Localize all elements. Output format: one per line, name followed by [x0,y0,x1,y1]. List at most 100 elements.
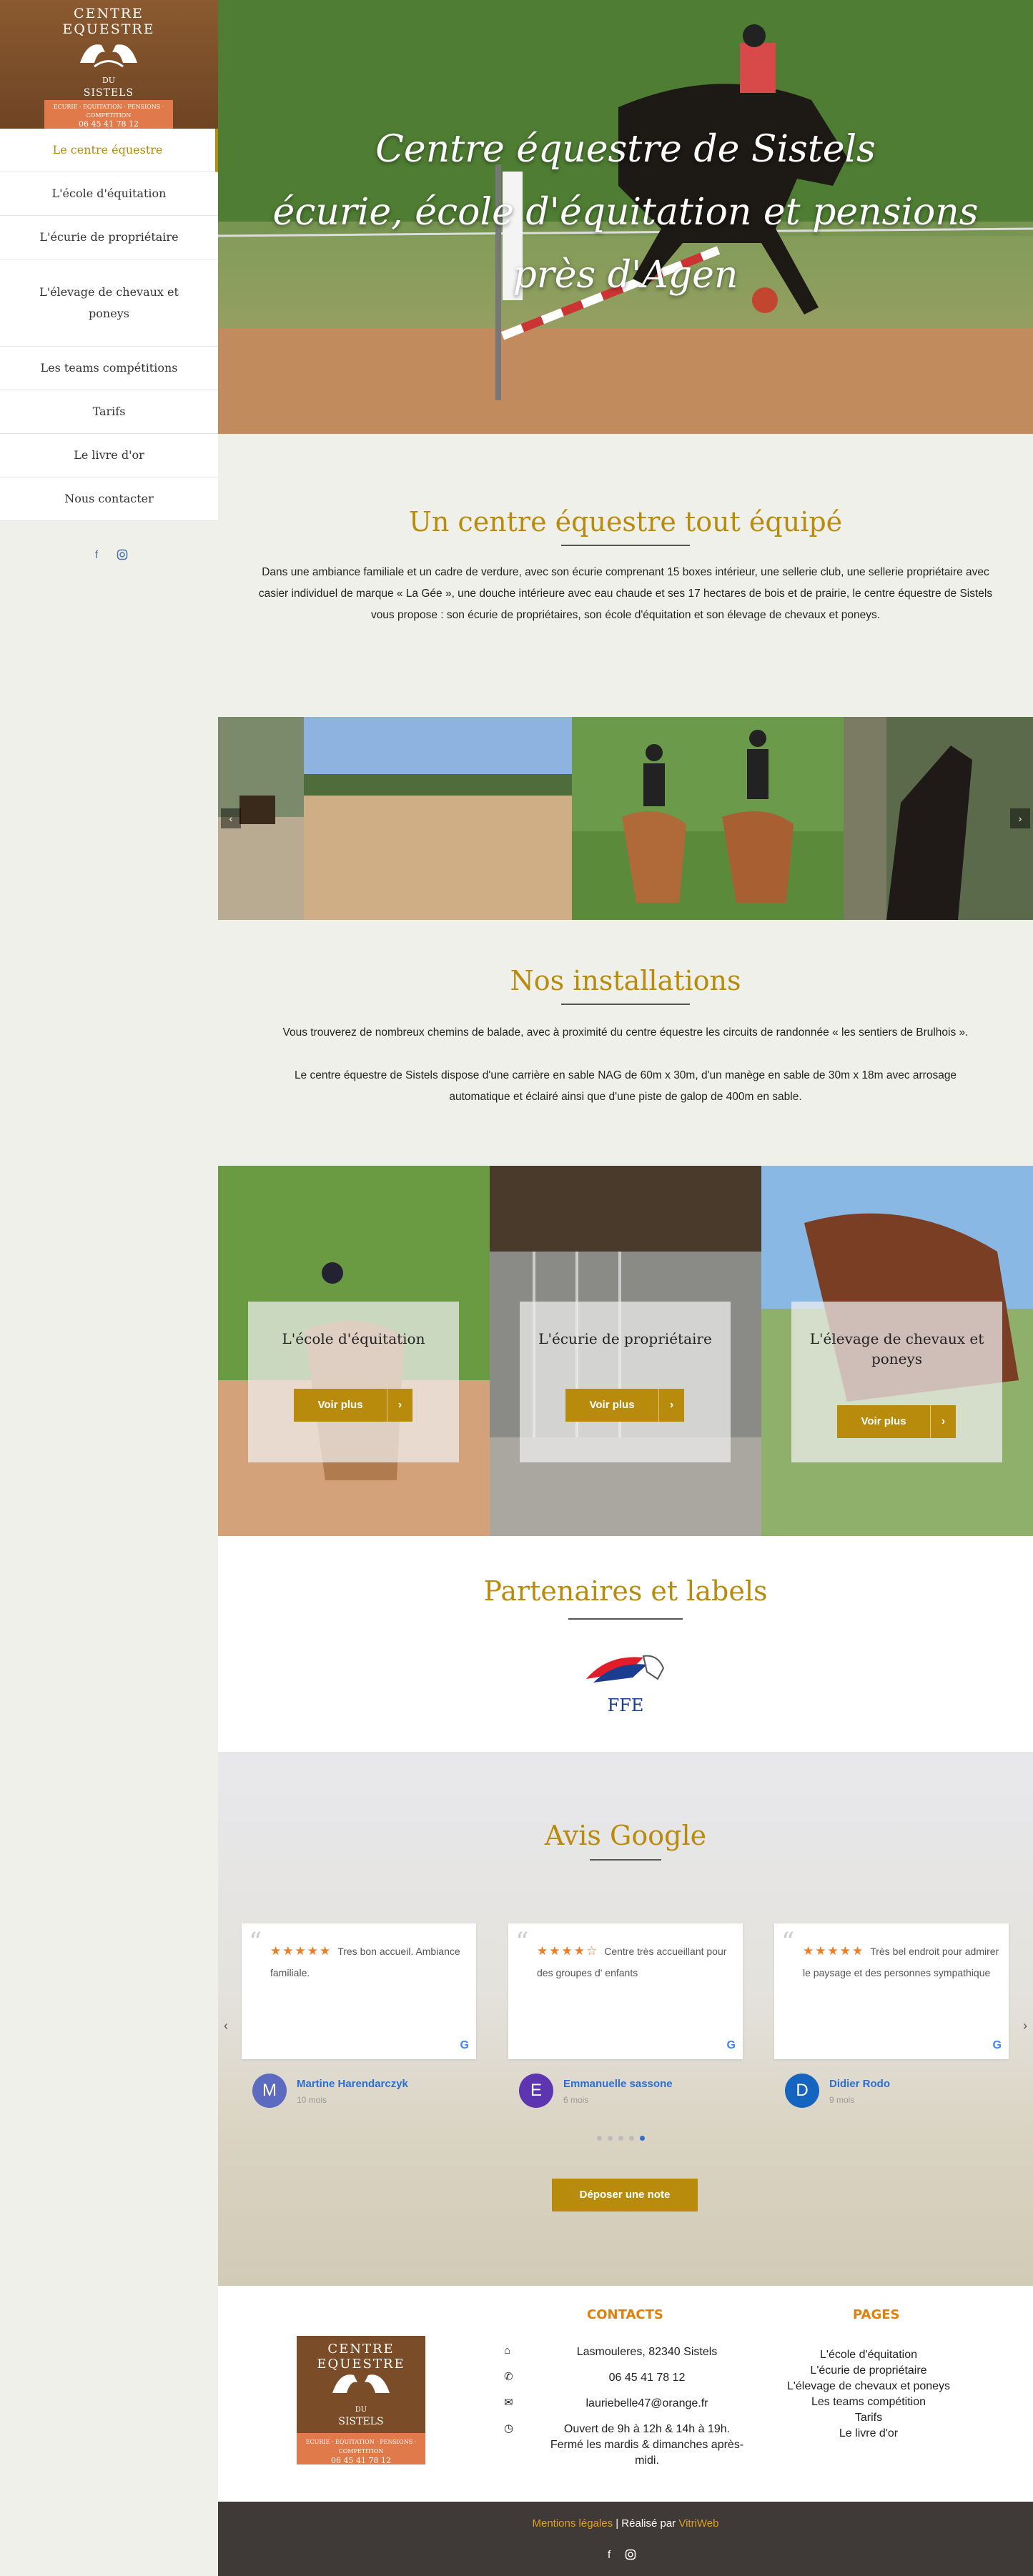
avatar: D [785,2074,819,2108]
card-ecole-overlay: L'école d'équitation Voir plus › [248,1302,459,1462]
review-card-1: “ ★★★★★ Tres bon accueil. Ambiance famili… [242,1923,476,2059]
nav-item-ecole[interactable]: L'école d'équitation [0,172,218,216]
nav-item-livre-or[interactable]: Le livre d'or [0,434,218,477]
footer-phone[interactable]: 06 45 41 78 12 [547,2370,747,2386]
instagram-icon[interactable] [625,2549,636,2560]
carousel-dot[interactable] [597,2136,602,2141]
card-ecurie: L'écurie de propriétaire Voir plus › [490,1166,761,1536]
agency-link[interactable]: VitriWeb [678,2517,718,2530]
logo-band: ECURIE · EQUITATION · PENSIONS · COMPETI… [44,100,173,129]
card-ecurie-title: L'écurie de propriétaire [538,1330,712,1347]
carousel-dot[interactable] [618,2136,623,2141]
envelope-icon: ✉ [504,2397,513,2409]
ffe-logo-text: FFE [607,1695,644,1715]
footer-logo-name: SISTELS [338,2416,384,2427]
footer-page-link[interactable]: L'écurie de propriétaire [761,2363,976,2379]
carousel-dot[interactable] [629,2136,634,2141]
review-date-1: 10 mois [297,2095,327,2105]
footer-page-link[interactable]: L'élevage de chevaux et poneys [761,2379,976,2394]
partners-title: Partenaires et labels [483,1575,768,1607]
review-author-2[interactable]: Emmanuelle sassone [563,2078,673,2090]
review-stars-3: ★★★★★ [803,1944,865,1958]
facebook-icon[interactable]: f [90,549,103,562]
card-elevage: L'élevage de chevaux et poneys Voir plus… [761,1166,1033,1536]
footer-logo-phone: 06 45 41 78 12 [331,2456,391,2465]
footer-email[interactable]: lauriebelle47@orange.fr [547,2396,747,2412]
card-ecurie-button-label: Voir plus [589,1399,635,1411]
footer-logo-band-text: ECURIE · EQUITATION · PENSIONS · COMPETI… [305,2439,417,2454]
reviews-prev-arrow[interactable]: ‹ [224,2018,228,2033]
nav-item-teams[interactable]: Les teams compétitions [0,347,218,390]
nav-item-tarifs[interactable]: Tarifs [0,390,218,434]
carousel-dots [597,2136,645,2141]
logo-du: DU [102,76,116,85]
footer-page-link[interactable]: Le livre d'or [761,2426,976,2442]
review-text-1: ★★★★★ Tres bon accueil. Ambiance familial… [270,1941,468,1983]
footer-page-link[interactable]: Les teams compétition [761,2394,976,2410]
facebook-icon[interactable]: f [608,2549,611,2561]
footer-logo[interactable]: CENTRE EQUESTRE DU SISTELS ECURIE · EQUI… [297,2336,425,2465]
service-cards: L'école d'équitation Voir plus › L'écuri… [218,1166,1033,1536]
partners-section: Partenaires et labels FFE [218,1536,1033,1752]
section-installations-text-1: Vous trouverez de nombreux chemins de ba… [282,1026,969,1039]
google-icon: G [726,2039,736,2051]
logo-phone: 06 45 41 78 12 [79,119,139,129]
instagram-icon[interactable] [116,549,129,562]
card-elevage-button[interactable]: Voir plus › [837,1405,956,1438]
site-logo[interactable]: CENTRE EQUESTRE DU SISTELS ECURIE · EQUI… [0,0,218,129]
clock-icon: ◷ [504,2422,514,2434]
phone-icon: ✆ [504,2371,513,2383]
gallery-image-4 [844,717,1033,920]
hero-line-1: Centre équestre de Sistels [375,128,876,171]
gallery-prev-arrow[interactable]: ‹ [221,808,241,828]
review-card-2: “ ★★★★☆ Centre très accueillant pour des … [508,1923,743,2059]
leave-review-button[interactable]: Déposer une note [552,2179,698,2211]
bottom-social: f [608,2549,636,2561]
nav-item-elevage[interactable]: L'élevage de chevaux et poneys [0,259,218,347]
chevron-right-icon: › [387,1389,412,1422]
card-ecurie-button[interactable]: Voir plus › [565,1389,684,1422]
card-ecole-title: L'école d'équitation [282,1330,425,1347]
card-elevage-overlay: L'élevage de chevaux et poneys Voir plus… [791,1302,1002,1462]
footer-email-row: ✉ lauriebelle47@orange.fr [504,2396,747,2412]
review-card-3: “ ★★★★★ Très bel endroit pour admirer le … [774,1923,1009,2059]
nav-item-contact[interactable]: Nous contacter [0,477,218,521]
footer-address: Lasmouleres, 82340 Sistels [576,2346,718,2358]
quote-icon: “ [781,1928,795,1957]
hero-banner: Centre équestre de Sistels écurie, école… [218,0,1033,434]
review-stars-1: ★★★★★ [270,1944,332,1958]
footer-page-link[interactable]: L'école d'équitation [761,2347,976,2363]
partners-divider [568,1618,683,1620]
card-ecole-button[interactable]: Voir plus › [294,1389,412,1422]
gallery-next-arrow[interactable]: › [1010,808,1030,828]
carousel-dot[interactable] [608,2136,613,2141]
review-author-1[interactable]: Martine Harendarczyk [297,2078,408,2090]
nav-item-ecurie[interactable]: L'écurie de propriétaire [0,216,218,259]
review-author-3[interactable]: Didier Rodo [829,2078,890,2090]
legal-link[interactable]: Mentions légales [533,2517,613,2530]
reviews-title: Avis Google [544,1820,707,1851]
ffe-logo[interactable]: FFE [579,1650,672,1715]
footer-address-row: ⌂ Lasmouleres, 82340 Sistels [504,2344,747,2360]
sidebar-social: f [90,549,129,562]
card-ecole: L'école d'équitation Voir plus › [218,1166,490,1536]
logo-band-text: ECURIE · EQUITATION · PENSIONS · COMPETI… [53,104,164,119]
main-content: Centre équestre de Sistels écurie, école… [218,0,1033,2576]
gallery-image-3 [572,717,844,920]
review-text-2: ★★★★☆ Centre très accueillant pour des gr… [537,1941,734,1983]
reviews-next-arrow[interactable]: › [1023,2018,1027,2033]
review-date-2: 6 mois [563,2095,589,2105]
card-ecurie-overlay: L'écurie de propriétaire Voir plus › [520,1302,731,1462]
footer-hours-row: ◷ Ouvert de 9h à 12h & 14h à 19h. Fermé … [504,2422,747,2469]
carousel-dot-active[interactable] [640,2136,645,2141]
credits-line: Mentions légales | Réalisé par VitriWeb [218,2517,1033,2530]
ffe-horse-icon [586,1655,665,1683]
nav-item-centre[interactable]: Le centre équestre [0,129,218,172]
section-installations-title: Nos installations [510,965,741,996]
section-equipped-divider [561,545,690,546]
quote-icon: “ [249,1928,262,1957]
section-equipped-title: Un centre équestre tout équipé [408,506,843,538]
quote-icon: “ [515,1928,529,1957]
footer-logo-band: ECURIE · EQUITATION · PENSIONS · COMPETI… [297,2433,425,2465]
footer-page-link[interactable]: Tarifs [761,2410,976,2426]
